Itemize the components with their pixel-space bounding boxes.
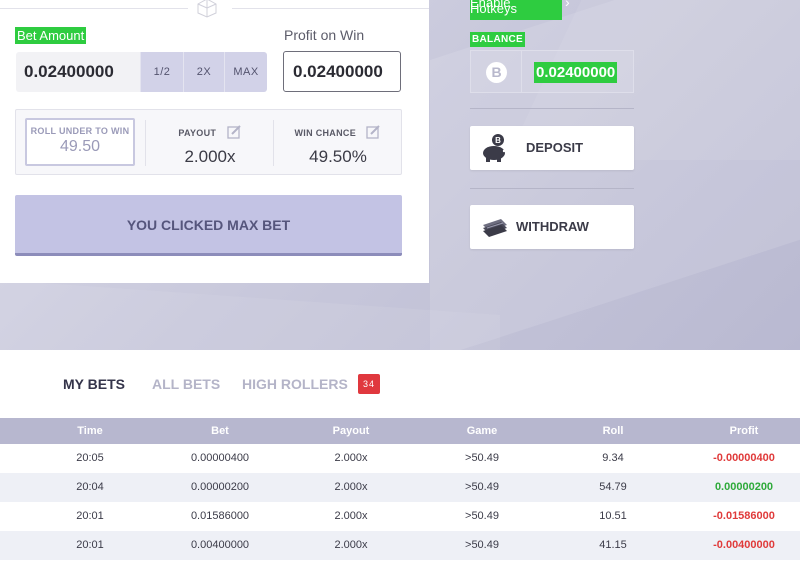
bet-amount-input[interactable]: 0.02400000	[16, 52, 140, 92]
cell-profit: -0.00000400	[713, 452, 775, 464]
table-row[interactable]: 20:04 0.00000200 2.000x >50.49 54.79 0.0…	[0, 473, 800, 502]
cell-profit: -0.01586000	[713, 510, 775, 522]
sidebar-divider	[470, 188, 634, 189]
cell-payout: 2.000x	[334, 510, 368, 522]
cell-roll: 41.15	[599, 539, 627, 551]
table-row[interactable]: 20:01 0.01586000 2.000x >50.49 10.51 -0.…	[0, 502, 800, 531]
half-bet-button[interactable]: 1/2	[140, 52, 183, 92]
withdraw-button[interactable]: WITHDRAW	[470, 205, 634, 249]
win-chance-value: 49.50%	[309, 147, 367, 166]
bg-facet	[0, 280, 500, 350]
cell-profit: -0.00400000	[713, 539, 775, 551]
cell-roll: 9.34	[602, 452, 624, 464]
withdraw-label: WITHDRAW	[516, 219, 589, 234]
cell-bet: 0.00000400	[190, 452, 250, 464]
cell-bet: 0.00400000	[190, 539, 250, 551]
roll-under-value: 49.50	[59, 138, 101, 155]
cell-game: >50.49	[465, 510, 499, 522]
table-row[interactable]: 20:05 0.00000400 2.000x >50.49 9.34 -0.0…	[0, 444, 800, 473]
cell-payout: 2.000x	[334, 452, 368, 464]
win-chance-stat: WIN CHANCE 49.50%	[274, 123, 402, 167]
column-header-profit: Profit	[729, 425, 759, 437]
payout-value: 2.000x	[184, 147, 236, 166]
tab-all-bets[interactable]: ALL BETS	[152, 376, 220, 392]
balance-value: 0.02400000	[534, 62, 618, 83]
bet-amount-label: Bet Amount	[15, 27, 87, 44]
cell-game: >50.49	[465, 539, 499, 551]
cell-payout: 2.000x	[334, 539, 368, 551]
cell-profit: 0.00000200	[714, 481, 774, 493]
roll-dice-button[interactable]: YOU CLICKED MAX BET	[15, 195, 402, 256]
hotkeys-label: Enable Hotkeys	[470, 0, 517, 16]
column-header-game: Game	[466, 425, 498, 437]
payout-stat: PAYOUT 2.000x	[146, 123, 274, 167]
column-header-time: Time	[77, 425, 103, 437]
divider-line	[0, 8, 188, 9]
payout-label: PAYOUT	[178, 128, 217, 138]
bets-tabs-bar: MY BETS ALL BETS HIGH ROLLERS	[0, 350, 800, 418]
bitcoin-icon: B	[486, 62, 507, 83]
cell-game: >50.49	[465, 452, 499, 464]
deposit-label: DEPOSIT	[526, 140, 584, 155]
bet-stats-box: ROLL UNDER TO WIN 49.50 PAYOUT 2.000x WI…	[15, 109, 402, 175]
bets-table-header: Time Bet Payout Game Roll Profit	[0, 418, 800, 444]
column-header-payout: Payout	[332, 425, 370, 437]
dice-game-panel: Bet Amount Profit on Win 0.02400000 1/2 …	[0, 0, 429, 283]
piggy-bank-icon: B	[483, 134, 506, 162]
tab-my-bets[interactable]: MY BETS	[63, 376, 125, 392]
balance-label: BALANCE	[470, 32, 525, 47]
max-bet-button[interactable]: MAX	[224, 52, 267, 92]
tab-high-rollers[interactable]: HIGH ROLLERS	[242, 376, 348, 392]
cell-payout: 2.000x	[334, 481, 368, 493]
column-header-bet: Bet	[211, 425, 229, 437]
cell-time: 20:01	[76, 510, 104, 522]
roll-under-label: ROLL UNDER TO WIN	[30, 126, 130, 136]
table-row[interactable]: 20:01 0.00400000 2.000x >50.49 41.15 -0.…	[0, 531, 800, 560]
profit-on-win-label: Profit on Win	[284, 27, 365, 43]
high-rollers-count-badge: 34	[358, 374, 380, 394]
double-bet-button[interactable]: 2X	[183, 52, 224, 92]
cell-bet: 0.00000200	[190, 481, 250, 493]
svg-text:B: B	[495, 136, 501, 145]
panel-top-divider	[0, 0, 429, 20]
profit-on-win-input[interactable]: 0.02400000	[283, 51, 401, 92]
enable-hotkeys-link[interactable]: Enable Hotkeys	[470, 0, 562, 20]
divider-line	[232, 8, 429, 9]
cell-roll: 10.51	[599, 510, 627, 522]
dice-icon	[197, 0, 217, 18]
cell-time: 20:01	[76, 539, 104, 551]
chevron-right-icon: ›	[565, 0, 570, 10]
column-header-roll: Roll	[602, 425, 624, 437]
cash-stack-icon	[483, 219, 507, 237]
win-chance-label: WIN CHANCE	[294, 128, 357, 138]
edit-payout-icon[interactable]	[226, 125, 242, 139]
balance-separator	[521, 51, 522, 92]
cell-bet: 0.01586000	[190, 510, 250, 522]
sidebar-divider	[470, 108, 634, 109]
edit-win-chance-icon[interactable]	[366, 125, 381, 139]
cell-time: 20:05	[76, 452, 104, 464]
deposit-button[interactable]: B DEPOSIT	[470, 126, 634, 170]
roll-under-box[interactable]: ROLL UNDER TO WIN 49.50	[25, 118, 135, 166]
cell-roll: 54.79	[599, 481, 627, 493]
cell-game: >50.49	[465, 481, 499, 493]
cell-time: 20:04	[76, 481, 104, 493]
